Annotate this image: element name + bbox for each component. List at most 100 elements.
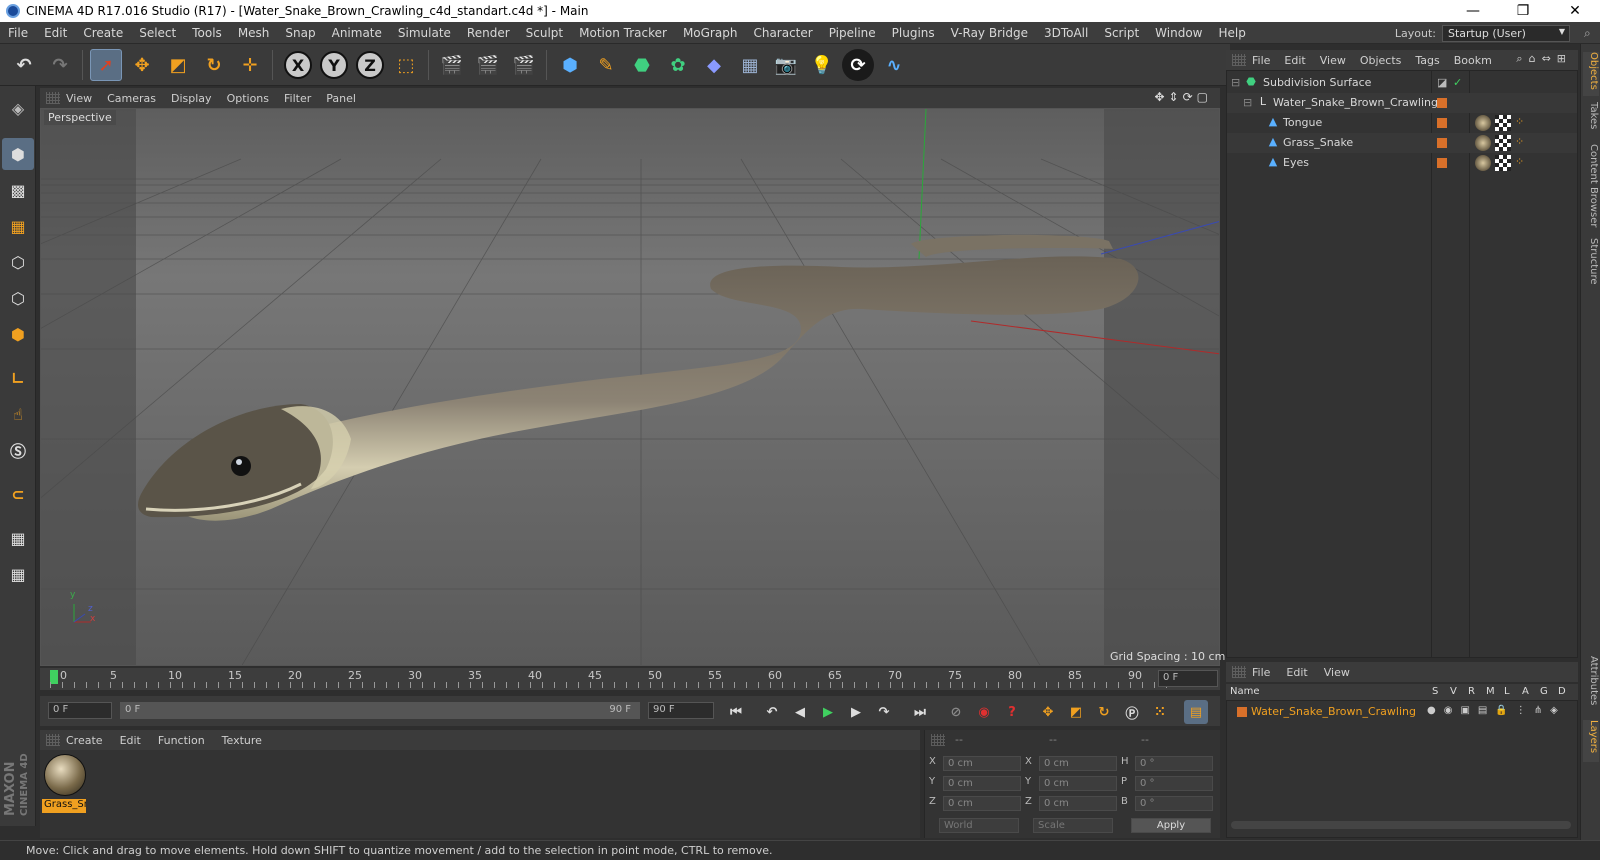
material-menu-create[interactable]: Create	[66, 734, 103, 747]
layer-color-swatch[interactable]	[1237, 707, 1247, 717]
coordinate-system-button[interactable]: ⬚	[390, 49, 422, 81]
om-menu-file[interactable]: File	[1252, 54, 1270, 67]
layer-color-swatch[interactable]	[1437, 118, 1447, 128]
menu-animate[interactable]: Animate	[324, 26, 390, 40]
object-name[interactable]: Grass_Snake	[1283, 136, 1353, 149]
viewport-menu-filter[interactable]: Filter	[284, 92, 311, 105]
previous-key-button[interactable]: ↶	[760, 700, 784, 724]
python-button[interactable]: ∿	[878, 49, 910, 81]
collapse-icon[interactable]: ⊟	[1243, 96, 1252, 109]
rotate-tool-button[interactable]: ↻	[198, 49, 230, 81]
render-picture-viewer-button[interactable]: 🎬	[472, 49, 504, 81]
subdivision-surface-button[interactable]: ⬣	[626, 49, 658, 81]
vray-button[interactable]: ⟳	[842, 49, 874, 81]
menu-script[interactable]: Script	[1096, 26, 1147, 40]
key-rotation-button[interactable]: ↻	[1092, 700, 1116, 724]
material-menu-function[interactable]: Function	[158, 734, 205, 747]
scale-tool-button[interactable]: ◩	[162, 49, 194, 81]
close-button[interactable]: ✕	[1552, 0, 1598, 22]
texture-tag-icon[interactable]	[1495, 115, 1511, 131]
3d-viewport[interactable]	[40, 108, 1220, 666]
size-mode-select[interactable]: Scale	[1033, 818, 1113, 833]
om-menu-objects[interactable]: Objects	[1360, 54, 1402, 67]
phong-tag-icon[interactable]: ⁘	[1515, 115, 1524, 128]
object-name[interactable]: Eyes	[1283, 156, 1309, 169]
menu-mesh[interactable]: Mesh	[230, 26, 278, 40]
timeline-button[interactable]: ▤	[1184, 700, 1208, 724]
points-mode-button[interactable]: ⬡	[2, 246, 34, 278]
phong-tag-icon[interactable]: ⁘	[1515, 155, 1524, 168]
size-z-field[interactable]: 0 cm	[1039, 796, 1117, 811]
phong-tag-icon[interactable]: ⁘	[1515, 135, 1524, 148]
model-mode-button[interactable]: ⬢	[2, 138, 34, 170]
object-name[interactable]: Water_Snake_Brown_Crawling	[1273, 96, 1438, 109]
object-name[interactable]: Tongue	[1283, 116, 1322, 129]
maximize-button[interactable]: ❐	[1500, 0, 1546, 22]
texture-tag-icon[interactable]	[1495, 155, 1511, 171]
texture-tag-icon[interactable]	[1495, 135, 1511, 151]
layer-row[interactable]: Water_Snake_Brown_Crawling ●◉▣▤🔒⋮⋔◈	[1227, 703, 1577, 721]
rotation-b-field[interactable]: 0 °	[1135, 796, 1213, 811]
menu-tools[interactable]: Tools	[184, 26, 230, 40]
undo-button[interactable]: ↶	[8, 49, 40, 81]
key-position-button[interactable]: ✥	[1036, 700, 1060, 724]
om-menu-tags[interactable]: Tags	[1415, 54, 1439, 67]
menu-help[interactable]: Help	[1210, 26, 1253, 40]
size-x-field[interactable]: 0 cm	[1039, 756, 1117, 771]
live-selection-button[interactable]: ➚	[90, 49, 122, 81]
om-menu-bookmarks[interactable]: Bookm	[1454, 54, 1492, 67]
menu-window[interactable]: Window	[1147, 26, 1210, 40]
material-tag-icon[interactable]	[1475, 135, 1491, 151]
play-button[interactable]: ▶	[816, 700, 840, 724]
tab-takes[interactable]: Takes	[1583, 102, 1599, 136]
key-scale-button[interactable]: ◩	[1064, 700, 1088, 724]
viewport-menu-view[interactable]: View	[66, 92, 92, 105]
viewport-menu-options[interactable]: Options	[227, 92, 269, 105]
timeline-ruler[interactable]: 0 5 10 15 20 25 30 35 40 45 50 55 60 65 …	[40, 668, 1220, 690]
menu-file[interactable]: File	[0, 26, 36, 40]
object-row[interactable]: ⊟ ⬣ Subdivision Surface ◪ ✓	[1227, 73, 1577, 93]
menu-mograph[interactable]: MoGraph	[675, 26, 746, 40]
collapse-icon[interactable]: ⊟	[1231, 76, 1240, 89]
redo-button[interactable]: ↷	[44, 49, 76, 81]
frame-range-slider[interactable]: 0 F 90 F	[120, 702, 640, 719]
lm-menu-edit[interactable]: Edit	[1286, 666, 1307, 679]
menu-character[interactable]: Character	[745, 26, 820, 40]
minimize-button[interactable]: —	[1450, 0, 1496, 22]
x-axis-lock-button[interactable]: X	[284, 51, 312, 79]
material-thumbnail[interactable]	[44, 754, 86, 796]
material-name[interactable]: Grass_Sn	[42, 799, 86, 813]
viewport-menu-cameras[interactable]: Cameras	[107, 92, 156, 105]
menu-motion-tracker[interactable]: Motion Tracker	[571, 26, 675, 40]
previous-frame-button[interactable]: ◀	[788, 700, 812, 724]
object-row[interactable]: ▲ Eyes ⁘	[1227, 153, 1577, 173]
viewport-menu-panel[interactable]: Panel	[326, 92, 356, 105]
cube-primitive-button[interactable]: ⬢	[554, 49, 586, 81]
camera-button[interactable]: 📷	[770, 49, 802, 81]
size-y-field[interactable]: 0 cm	[1039, 776, 1117, 791]
material-menu-edit[interactable]: Edit	[120, 734, 141, 747]
render-view-button[interactable]: 🎬	[436, 49, 468, 81]
deformer-button[interactable]: ◆	[698, 49, 730, 81]
coordinate-mode-select[interactable]: World	[939, 818, 1019, 833]
material-tag-icon[interactable]	[1475, 155, 1491, 171]
viewport-menu-display[interactable]: Display	[171, 92, 212, 105]
position-x-field[interactable]: 0 cm	[943, 756, 1021, 771]
axis-mode-button[interactable]: ∟	[2, 362, 34, 394]
position-y-field[interactable]: 0 cm	[943, 776, 1021, 791]
current-frame-field[interactable]: 0 F	[1158, 670, 1218, 687]
object-row[interactable]: ▲ Grass_Snake ⁘	[1227, 133, 1577, 153]
next-frame-button[interactable]: ▶	[844, 700, 868, 724]
object-row[interactable]: ▲ Tongue ⁘	[1227, 113, 1577, 133]
go-to-start-button[interactable]: ⏮	[724, 700, 748, 724]
make-editable-button[interactable]: ◈	[2, 92, 34, 124]
rotation-p-field[interactable]: 0 °	[1135, 776, 1213, 791]
floor-button[interactable]: ▦	[734, 49, 766, 81]
tab-structure[interactable]: Structure	[1583, 238, 1599, 292]
om-menu-view[interactable]: View	[1320, 54, 1346, 67]
tab-layers[interactable]: Layers	[1583, 720, 1599, 762]
layout-select[interactable]: Startup (User)	[1442, 24, 1570, 42]
snap-button[interactable]: ⊂	[2, 478, 34, 510]
menu-plugins[interactable]: Plugins	[884, 26, 943, 40]
layer-scrollbar[interactable]	[1231, 821, 1571, 829]
